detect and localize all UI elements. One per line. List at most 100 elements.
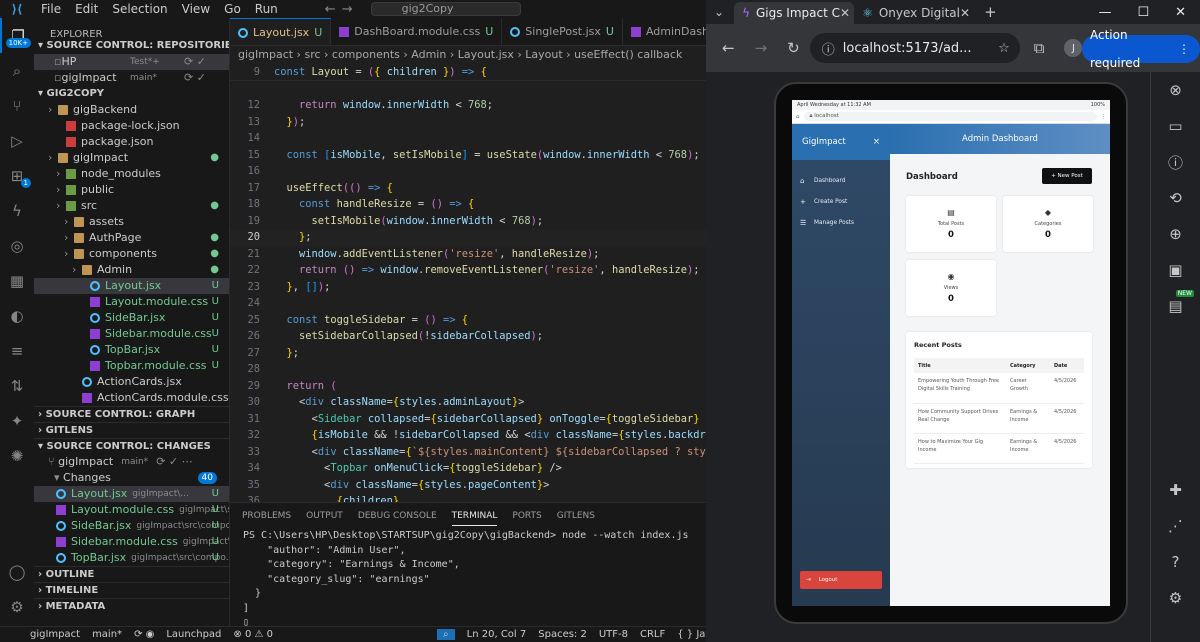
code-line[interactable]: 16 [230,163,706,180]
repo-row[interactable]: ▫ gigImpact main* ⟳ ✓ [34,70,229,86]
status-encoding[interactable]: UTF-8 [599,629,628,640]
repo-row[interactable]: ▫ HP Test*+ ⟳ ✓ [34,54,229,70]
code-line[interactable]: 32 {isMobile && !sidebarCollapsed && <di… [230,427,706,444]
changed-file-row[interactable]: Sidebar.module.css gigImpact\src\...U [34,534,229,550]
table-row[interactable]: How Community Support Drives Real Change… [914,403,1084,434]
sync-icons[interactable]: ⟳ ✓ ⋯ [156,454,192,470]
browser-tab-gigs-impact[interactable]: ϟ Gigs Impact C ✕ [734,2,855,24]
puzzle-icon[interactable]: ✚ [1151,472,1200,508]
file-tree-item[interactable]: › Admin ● [34,262,229,278]
camera-icon[interactable]: ▣ [1151,252,1200,288]
code-line[interactable]: 30 <div className={styles.adminLayout}> [230,394,706,411]
section-gitlens[interactable]: › GITLENS [34,422,229,438]
admin-nav-item[interactable]: + Create Post [792,191,890,212]
action-required-button[interactable]: Action required ⋮ [1082,28,1200,70]
file-tree-item[interactable]: › public [34,182,229,198]
docker-icon[interactable]: ▦ [0,263,34,298]
settings-sync-icon[interactable]: ✺ [0,438,34,473]
section-project[interactable]: ▾ GIG2COPY [34,86,229,102]
code-line[interactable]: 24 [230,295,706,312]
file-tree-item[interactable]: › node_modules [34,166,229,182]
info-icon[interactable]: ⓘ [1151,144,1200,180]
file-tree-item[interactable]: Topbar.module.css U [34,358,229,374]
section-timeline[interactable]: › TIMELINE [34,582,229,598]
code-line[interactable]: 20 }; [230,229,706,246]
panel-tab-terminal[interactable]: TERMINAL [451,507,498,526]
status-launchpad[interactable]: Launchpad [166,629,221,640]
panel-tab-output[interactable]: OUTPUT [306,507,343,525]
editor-tab[interactable]: AdminDashboard.modu [623,18,706,45]
logout-button[interactable]: ⇥ Logout [800,571,882,589]
minimize-icon[interactable]: — [1098,5,1111,20]
share-icon[interactable]: ⋰ [1151,508,1200,544]
code-line[interactable]: 31 <Sidebar collapsed={sidebarCollapsed}… [230,411,706,428]
panel-tab-debug-console[interactable]: DEBUG CONSOLE [358,507,437,525]
device-toggle-icon[interactable]: ▭ [1151,108,1200,144]
code-line[interactable]: 14 [230,130,706,147]
repo-actions-icon[interactable]: ⟳ ✓ [184,70,206,86]
code-line[interactable]: 13 }); [230,114,706,131]
explorer-icon[interactable]: ❐ 10K+ [0,18,34,53]
new-tab-icon[interactable]: + [984,3,997,21]
close-tab-icon[interactable]: ✕ [960,6,970,20]
lightning-icon[interactable]: ϟ [0,193,34,228]
changes-group-row[interactable]: ▾ Changes 40 [34,470,229,486]
admin-nav-item[interactable]: ☰ Manage Posts [792,212,890,233]
code-line[interactable]: 15 const [isMobile, setIsMobile] = useSt… [230,147,706,164]
address-bar[interactable]: ⓘ localhost:5173/ad... ☆ [809,33,1020,63]
new-feature-icon[interactable]: ▤ NEW [1151,288,1200,324]
file-tree-item[interactable]: › assets [34,214,229,230]
table-row[interactable]: How to Maximize Your Gig Income Earnings … [914,433,1084,464]
section-outline[interactable]: › OUTLINE [34,566,229,582]
section-metadata[interactable]: › METADATA [34,598,229,614]
file-tree-item[interactable]: package-lock.json [34,118,229,134]
changed-file-row[interactable]: Layout.module.css gigImpact\src\...U [34,502,229,518]
panel-tab-ports[interactable]: PORTS [512,507,541,525]
menu-view[interactable]: View [175,2,217,16]
account-icon[interactable]: ◯ [0,563,34,581]
timeline-icon[interactable]: ≡ [0,333,34,368]
new-post-button[interactable]: + New Post [1042,168,1092,184]
code-line[interactable]: 21 window.addEventListener('resize', han… [230,246,706,263]
code-line[interactable]: 29 return ( [230,378,706,395]
forward-icon[interactable]: → [755,39,768,57]
table-row[interactable]: Empowering Youth Through Free Digital Sk… [914,373,1084,404]
code-view[interactable]: 9 const Layout = ({ children }) => {12 re… [230,64,706,502]
file-tree-item[interactable]: TopBar.jsx U [34,342,229,358]
editor-tab[interactable]: Layout.jsx U [230,18,332,45]
code-line[interactable]: 12 return window.innerWidth < 768; [230,97,706,114]
file-tree-item[interactable]: package.json [34,134,229,150]
status-eol[interactable]: CRLF [640,629,665,640]
zoom-icon[interactable]: ⊕ [1151,216,1200,252]
tab-search-icon[interactable]: ⌄ [714,5,724,19]
run-debug-icon[interactable]: ▷ [0,123,34,158]
file-tree-item[interactable]: ActionCards.module.css [34,390,229,406]
code-line[interactable]: 22 return () => window.removeEventListen… [230,262,706,279]
panel-tab-problems[interactable]: PROBLEMS [242,507,291,525]
file-tree-item[interactable]: › components ● [34,246,229,262]
device-address[interactable]: 🔒︎ localhost [803,112,1097,121]
status-position[interactable]: Ln 20, Col 7 [467,629,527,640]
close-sidebar-icon[interactable]: × [873,137,880,147]
more-menu-icon[interactable]: ⋮ [1178,35,1190,63]
site-info-icon[interactable]: ⓘ [822,39,835,58]
extensions-icon[interactable]: ⊞ 1 [0,158,34,193]
code-line[interactable]: 36 {children} [230,493,706,502]
changes-repo-row[interactable]: ⑂ gigImpact main* ⟳ ✓ ⋯ [34,454,229,470]
zoom-search-icon[interactable]: ⌕ [437,629,455,640]
sync-icon[interactable]: ⟳ ◉ [134,629,154,640]
profile-avatar[interactable]: J [1064,39,1083,57]
bookmark-star-icon[interactable]: ☆ [998,41,1010,56]
file-tree-item[interactable]: › src ● [34,198,229,214]
command-center-search[interactable]: gig2Copy [370,2,521,16]
file-tree-item[interactable]: › AuthPage ● [34,230,229,246]
file-tree-item[interactable]: Sidebar.module.css U [34,326,229,342]
panel-tab-gitlens[interactable]: GITLENS [557,507,595,525]
browser-tab-onyex[interactable]: ⚛ Onyex Digital ✕ [854,2,978,24]
status-branch[interactable]: main* [92,629,122,640]
settings-icon[interactable]: ⚙ [1151,580,1200,616]
changed-file-row[interactable]: Layout.jsx gigImpact\... U [34,486,229,502]
menu-edit[interactable]: Edit [68,2,105,16]
device-menu-icon[interactable]: ⋮ [1101,114,1107,120]
gitlens-icon[interactable]: ◐ [0,298,34,333]
